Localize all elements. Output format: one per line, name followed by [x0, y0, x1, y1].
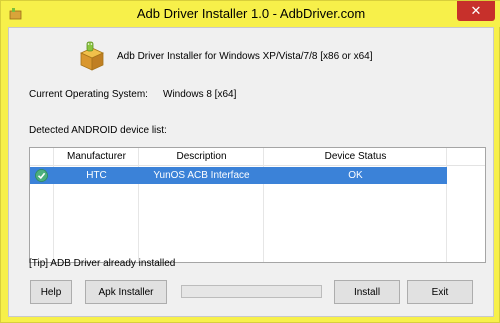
- device-list-label: Detected ANDROID device list:: [29, 125, 167, 136]
- client-area: Adb Driver Installer for Windows XP/Vist…: [8, 27, 494, 317]
- app-window: Adb Driver Installer 1.0 - AdbDriver.com…: [0, 0, 500, 323]
- tip-text: [Tip] ADB Driver already installed: [29, 258, 176, 269]
- install-button[interactable]: Install: [334, 280, 400, 304]
- row-status: OK: [348, 170, 363, 181]
- header-text: Adb Driver Installer for Windows XP/Vist…: [117, 51, 373, 62]
- column-manufacturer[interactable]: Manufacturer: [54, 151, 139, 162]
- device-list-header: Manufacturer Description Device Status: [30, 148, 485, 166]
- row-description: YunOS ACB Interface: [153, 170, 250, 181]
- os-value: Windows 8 [x64]: [163, 89, 237, 100]
- column-description[interactable]: Description: [139, 151, 264, 162]
- help-button[interactable]: Help: [30, 280, 72, 304]
- row-manufacturer: HTC: [86, 170, 107, 181]
- title-bar[interactable]: Adb Driver Installer 1.0 - AdbDriver.com…: [1, 1, 500, 27]
- window-close-button[interactable]: ✕: [457, 1, 495, 21]
- package-icon: [80, 41, 104, 71]
- exit-button[interactable]: Exit: [407, 280, 473, 304]
- window-title: Adb Driver Installer 1.0 - AdbDriver.com: [136, 6, 366, 21]
- check-icon: [35, 169, 48, 182]
- os-label: Current Operating System:: [29, 89, 148, 100]
- column-device-status[interactable]: Device Status: [264, 151, 447, 162]
- device-list[interactable]: Manufacturer Description Device Status H…: [29, 147, 486, 263]
- apk-installer-button[interactable]: Apk Installer: [85, 280, 167, 304]
- install-progress-bar: [181, 285, 322, 298]
